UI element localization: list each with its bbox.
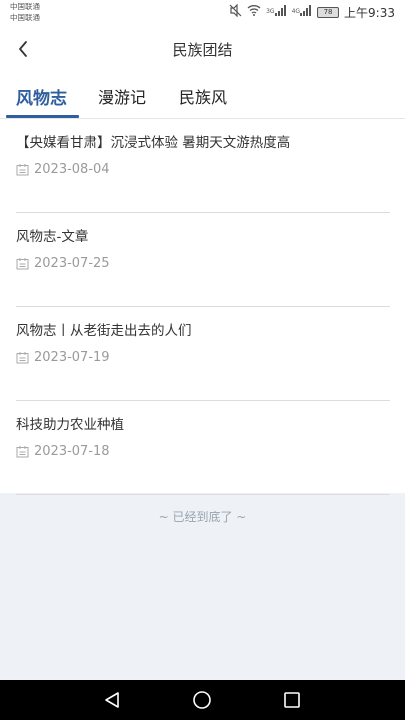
article-date: 2023-07-18	[34, 444, 110, 459]
page-title: 民族团结	[172, 41, 233, 59]
tab-minzufeng[interactable]: 民族风	[179, 84, 227, 108]
active-tab-indicator	[6, 115, 79, 118]
tab-fengwuzhi[interactable]: 风物志	[16, 84, 67, 109]
system-recents-button[interactable]	[280, 688, 304, 712]
list-end-text: ~ 已经到底了 ~	[158, 510, 247, 524]
calendar-icon	[16, 258, 29, 270]
square-recents-icon	[284, 692, 300, 708]
mute-icon	[229, 3, 242, 21]
carrier-2: 中国联通	[10, 13, 40, 22]
article-date: 2023-07-25	[34, 256, 110, 271]
article-date: 2023-07-19	[34, 350, 110, 365]
clock: 上午9:33	[344, 5, 395, 20]
calendar-icon	[16, 164, 29, 176]
list-item[interactable]: 风物志-文章 2023-07-25	[16, 213, 390, 307]
tab-bar: 风物志 漫游记 民族风	[0, 72, 405, 119]
tab-manyouji[interactable]: 漫游记	[98, 84, 146, 108]
carrier-1: 中国联通	[10, 2, 40, 11]
calendar-icon	[16, 446, 29, 458]
carrier-labels: 中国联通 中国联通	[10, 1, 40, 23]
list-item[interactable]: 【央媒看甘肃】沉浸式体验 暑期天文游热度高 2023-08-04	[16, 119, 390, 213]
article-meta: 2023-07-19	[16, 350, 110, 365]
battery-icon: 78	[317, 6, 340, 18]
article-date: 2023-08-04	[34, 162, 110, 177]
header: 民族团结	[0, 26, 405, 72]
article-title: 科技助力农业种植	[16, 417, 124, 433]
article-list: 【央媒看甘肃】沉浸式体验 暑期天文游热度高 2023-08-04 风物志-文章 …	[0, 119, 405, 495]
wifi-icon	[247, 4, 261, 20]
status-icons: 3G 4G 78 上午9:33	[229, 3, 395, 21]
article-title: 风物志丨从老街走出去的人们	[16, 323, 192, 339]
list-item[interactable]: 科技助力农业种植 2023-07-18	[16, 401, 390, 495]
signal-icon-1: 3G	[266, 4, 286, 20]
network-type-1: 3G	[266, 7, 275, 15]
network-type-2: 4G	[291, 7, 301, 15]
list-item[interactable]: 风物志丨从老街走出去的人们 2023-07-19	[16, 307, 390, 401]
system-nav-bar	[0, 680, 405, 720]
calendar-icon	[16, 352, 29, 364]
signal-icon-2: 4G	[291, 4, 312, 20]
system-home-button[interactable]	[190, 688, 214, 712]
article-meta: 2023-08-04	[16, 162, 110, 177]
circle-home-icon	[193, 691, 211, 709]
status-bar: 中国联通 中国联通 3G 4G 78 上午9:33	[0, 0, 405, 26]
triangle-back-icon	[105, 692, 119, 708]
article-title: 风物志-文章	[16, 229, 89, 245]
article-meta: 2023-07-25	[16, 256, 110, 271]
article-title: 【央媒看甘肃】沉浸式体验 暑期天文游热度高	[16, 135, 291, 151]
system-back-button[interactable]	[100, 688, 124, 712]
article-meta: 2023-07-18	[16, 444, 110, 459]
